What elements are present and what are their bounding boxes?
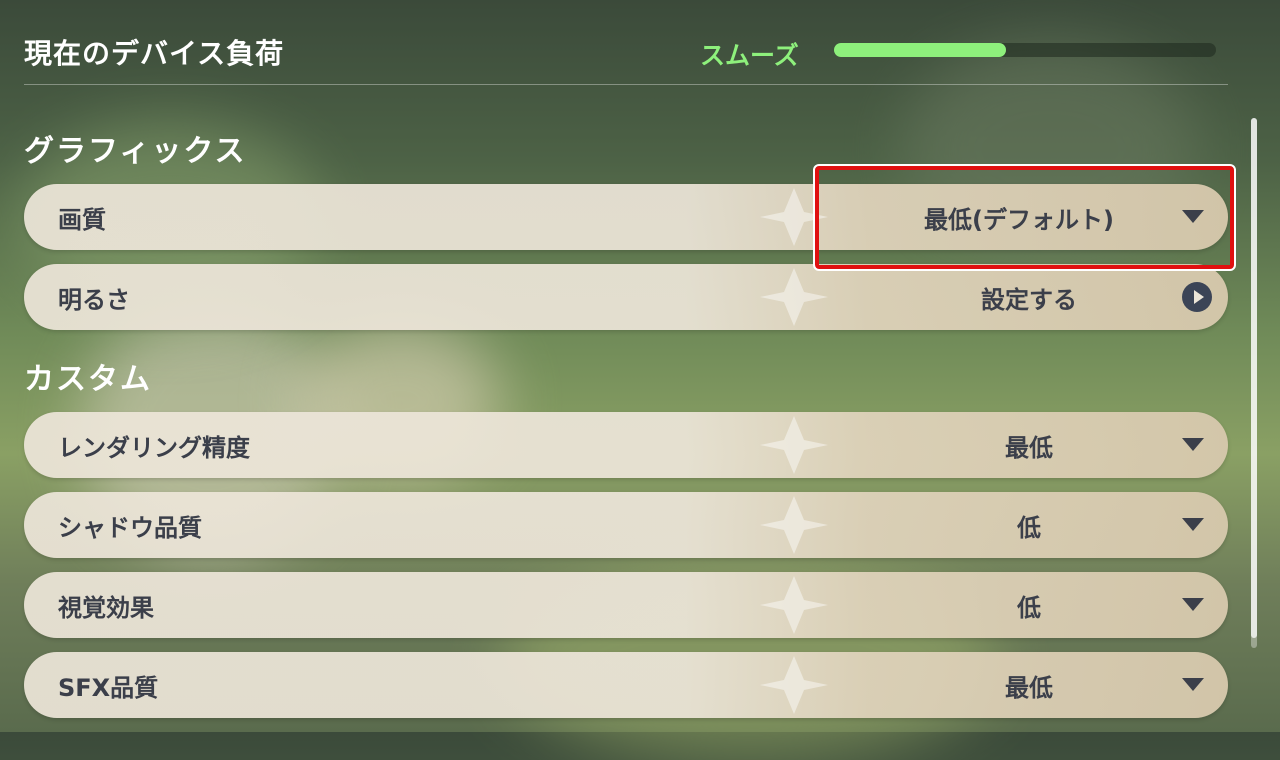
scrollbar-thumb[interactable] — [1251, 118, 1257, 638]
star-decoration — [760, 416, 828, 474]
device-load-header: 現在のデバイス負荷 スムーズ — [24, 22, 1228, 82]
chevron-down-icon[interactable] — [1182, 438, 1204, 451]
section-title-custom: カスタム — [24, 362, 152, 397]
chevron-down-icon[interactable] — [1182, 518, 1204, 531]
setting-label: 視覚効果 — [58, 594, 154, 622]
setting-row-brightness[interactable]: 明るさ 設定する — [24, 264, 1228, 330]
setting-value: 最低 — [1005, 434, 1053, 462]
page-title: 現在のデバイス負荷 — [24, 37, 285, 70]
setting-row-render-resolution[interactable]: レンダリング精度 最低 — [24, 412, 1228, 478]
setting-label: 画質 — [58, 206, 106, 234]
load-bar — [834, 43, 1216, 57]
star-decoration — [760, 576, 828, 634]
star-decoration — [760, 496, 828, 554]
chevron-down-icon[interactable] — [1182, 598, 1204, 611]
setting-value: 最低 — [1005, 674, 1053, 702]
chevron-down-icon[interactable] — [1182, 678, 1204, 691]
load-status-label: スムーズ — [700, 41, 799, 70]
setting-label: SFX品質 — [58, 674, 159, 702]
setting-row-shadow-quality[interactable]: シャドウ品質 低 — [24, 492, 1228, 558]
setting-label: シャドウ品質 — [58, 514, 202, 542]
star-decoration — [760, 656, 828, 714]
load-bar-fill — [834, 43, 1006, 57]
setting-row-visual-effects[interactable]: 視覚効果 低 — [24, 572, 1228, 638]
section-title-graphics: グラフィックス — [24, 134, 247, 169]
highlight-box — [813, 164, 1236, 271]
setting-value: 低 — [1017, 514, 1041, 542]
setting-label: レンダリング精度 — [58, 434, 250, 462]
star-decoration — [760, 268, 828, 326]
setting-value: 低 — [1017, 594, 1041, 622]
setting-value: 設定する — [981, 286, 1077, 314]
arrow-right-circle-icon[interactable] — [1182, 282, 1212, 312]
header-divider — [24, 84, 1228, 85]
setting-label: 明るさ — [58, 286, 130, 314]
setting-row-sfx-quality[interactable]: SFX品質 最低 — [24, 652, 1228, 718]
